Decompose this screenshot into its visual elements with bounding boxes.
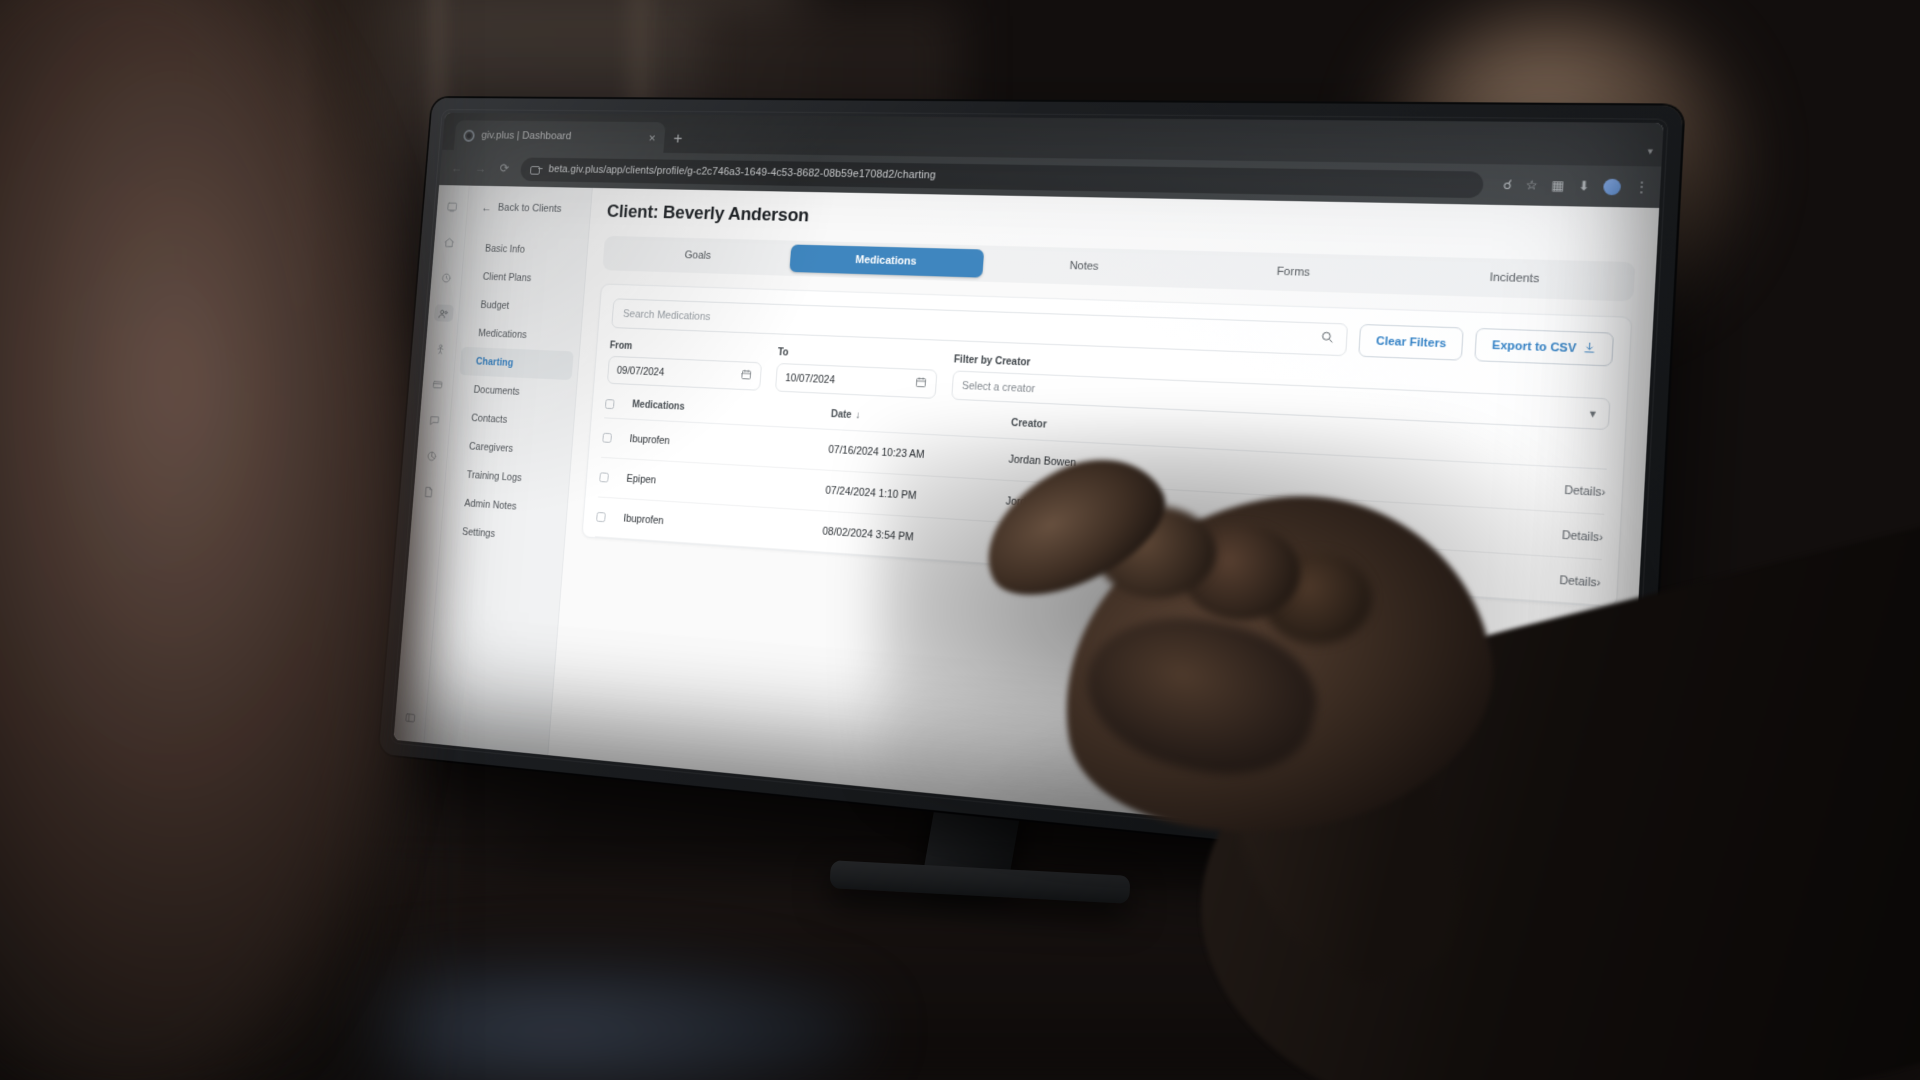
select-all-checkbox[interactable] (604, 398, 633, 410)
back-icon[interactable]: ← (448, 161, 464, 175)
tab-goals[interactable]: Goals (606, 240, 791, 272)
monitor: giv.plus | Dashboard × + ▾ ← → ⟳ beta.gi… (378, 97, 1684, 883)
column-header-date[interactable]: Date ↓ (831, 409, 1012, 429)
browser-tab[interactable]: giv.plus | Dashboard × (453, 120, 666, 153)
details-link[interactable]: Details (1564, 484, 1602, 499)
from-date-value: 09/07/2024 (616, 364, 665, 379)
chevron-right-icon: › (1596, 576, 1601, 591)
cell-details[interactable]: Details› (1506, 477, 1606, 502)
monitor-wrapper: giv.plus | Dashboard × + ▾ ← → ⟳ beta.gi… (0, 0, 1920, 1080)
search-icon[interactable] (1320, 329, 1335, 349)
chevron-down-icon[interactable]: ▼ (1587, 408, 1598, 419)
close-icon[interactable]: × (648, 130, 656, 144)
checkbox-icon (604, 398, 615, 409)
tab-forms[interactable]: Forms (1186, 255, 1403, 290)
browser-window: giv.plus | Dashboard × + ▾ ← → ⟳ beta.gi… (393, 112, 1664, 863)
sort-descending-icon: ↓ (855, 410, 861, 422)
details-link[interactable]: Details (1561, 529, 1599, 544)
collapse-sidebar-icon[interactable] (400, 708, 420, 727)
address-bar-url: beta.giv.plus/app/clients/profile/g-c2c7… (548, 163, 937, 182)
dashboard-icon[interactable] (442, 198, 462, 215)
chevron-right-icon: › (1601, 486, 1606, 500)
clear-filters-label: Clear Filters (1375, 334, 1447, 350)
from-date-input[interactable]: 09/07/2024 (606, 355, 763, 391)
from-label: From (609, 340, 633, 352)
cell-date: 07/16/2024 10:23 AM (827, 443, 925, 462)
profile-avatar[interactable] (1603, 178, 1622, 195)
clock-icon[interactable] (436, 269, 456, 286)
reports-icon[interactable] (422, 447, 442, 465)
export-to-csv-label: Export to CSV (1491, 338, 1577, 355)
details-link[interactable]: Details (1559, 574, 1597, 590)
column-header-medications[interactable]: Medications (632, 399, 832, 420)
to-date-field: To 10/07/2024 (774, 347, 939, 399)
forward-icon[interactable]: → (472, 161, 489, 175)
reload-icon[interactable]: ⟳ (496, 161, 513, 176)
checkbox-icon (596, 511, 606, 523)
sidebar-item-budget[interactable]: Budget (464, 290, 578, 322)
row-checkbox[interactable] (602, 432, 630, 444)
back-to-clients-link[interactable]: ← Back to Clients (467, 201, 590, 217)
cell-medication: Ibuprofen (622, 512, 665, 528)
chevron-right-icon: › (1598, 531, 1604, 545)
billing-icon[interactable] (428, 375, 448, 393)
back-to-clients-label: Back to Clients (497, 202, 562, 215)
checkbox-icon (599, 472, 609, 483)
to-date-input[interactable]: 10/07/2024 (774, 362, 938, 399)
key-icon[interactable]: ☌ (1503, 177, 1513, 192)
documents-icon[interactable] (419, 483, 439, 501)
sidebar-item-client-plans[interactable]: Client Plans (466, 262, 580, 294)
cell-details[interactable]: Details› (1504, 521, 1604, 547)
browser-toolbar-actions: ☌ ☆ ▦ ⬇ ⋮ (1494, 177, 1649, 196)
cell-date: 08/02/2024 3:54 PM (822, 525, 915, 544)
download-icon (1583, 341, 1597, 357)
new-tab-button[interactable]: + (673, 129, 683, 147)
calendar-icon[interactable] (915, 376, 928, 392)
column-header-details (1509, 448, 1608, 453)
creator-select-value: Select a creator (961, 379, 1036, 395)
sidebar-item-basic-info[interactable]: Basic Info (469, 234, 583, 265)
cell-details[interactable]: Details› (1501, 566, 1601, 592)
medications-table: Medications Date↓ Creator Ibuprofen 07/ (594, 398, 1608, 606)
tab-medications[interactable]: Medications (789, 244, 985, 278)
cell-medication: Epipen (626, 472, 657, 487)
more-menu-icon[interactable]: ⋮ (1634, 179, 1649, 194)
from-date-field: From 09/07/2024 (606, 340, 763, 391)
sidebar-item-settings[interactable]: Settings (446, 517, 561, 553)
row-checkbox[interactable] (599, 472, 627, 483)
home-icon[interactable] (439, 233, 459, 250)
medications-panel: Clear Filters Export to CSV (581, 283, 1633, 608)
arrow-left-icon: ← (481, 200, 493, 215)
export-to-csv-button[interactable]: Export to CSV (1474, 327, 1615, 367)
tab-notes[interactable]: Notes (983, 250, 1188, 284)
to-date-value: 10/07/2024 (784, 371, 836, 386)
clear-filters-button[interactable]: Clear Filters (1358, 323, 1464, 361)
giv-plus-favicon (463, 129, 476, 142)
messages-icon[interactable] (425, 411, 445, 429)
search-input[interactable] (622, 307, 1321, 346)
column-header-date-label: Date (830, 409, 852, 421)
row-checkbox[interactable] (596, 511, 624, 523)
cell-medication: Ibuprofen (629, 433, 671, 448)
browser-tab-title: giv.plus | Dashboard (480, 129, 572, 143)
star-icon[interactable]: ☆ (1525, 178, 1538, 193)
checkbox-icon (602, 432, 612, 443)
to-label: To (777, 347, 789, 359)
main-content: Client: Beverly Anderson Goals Medicatio… (548, 187, 1660, 863)
cell-date: 07/24/2024 1:10 PM (824, 484, 917, 503)
clients-icon[interactable] (433, 304, 454, 322)
extensions-icon[interactable]: ▦ (1551, 178, 1565, 193)
screen: giv.plus | Dashboard × + ▾ ← → ⟳ beta.gi… (393, 112, 1664, 863)
chevron-down-icon[interactable]: ▾ (1647, 146, 1653, 158)
site-info-icon[interactable] (530, 164, 543, 175)
staff-icon[interactable] (431, 340, 451, 358)
app-viewport: ← Back to Clients Basic Info Client Plan… (393, 185, 1660, 863)
calendar-icon[interactable] (740, 368, 752, 383)
photo-scene: giv.plus | Dashboard × + ▾ ← → ⟳ beta.gi… (0, 0, 1920, 1080)
tab-incidents[interactable]: Incidents (1401, 260, 1630, 297)
downloads-icon[interactable]: ⬇ (1578, 178, 1590, 193)
